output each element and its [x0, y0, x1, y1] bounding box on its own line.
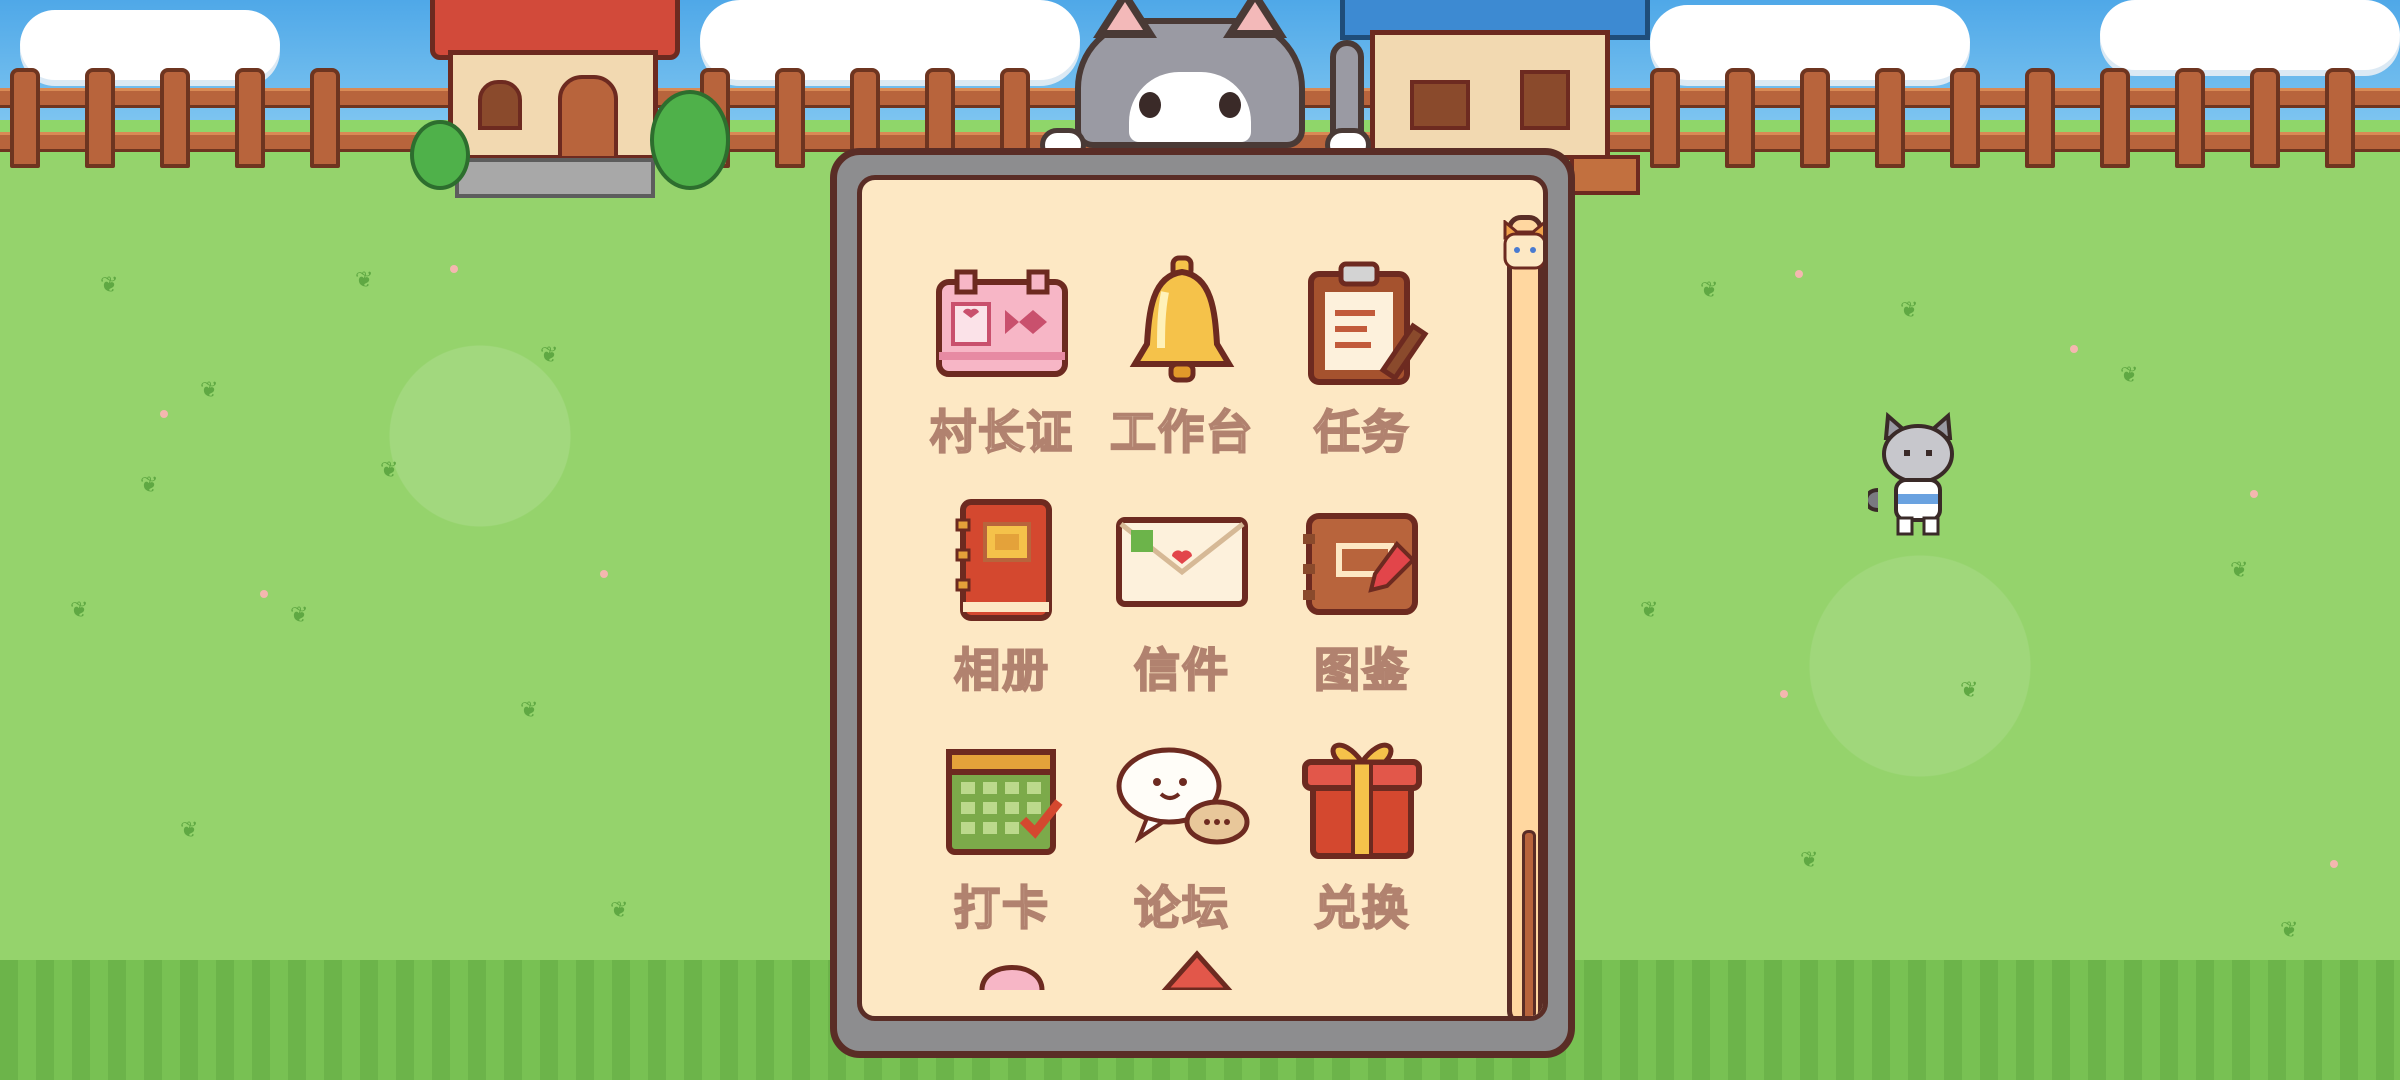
menu-item-check-in[interactable]: 打卡: [912, 728, 1092, 938]
fence-post: [10, 68, 40, 168]
flower: [600, 570, 608, 578]
menu-item-letters[interactable]: 信件: [1092, 490, 1272, 700]
menu-panel-content: 村长证 工作台 任务 相册 信件 图鉴 打卡 论坛 兑换: [857, 175, 1548, 1021]
gift-exchange-icon: [1287, 728, 1437, 868]
fence-post: [2025, 68, 2055, 168]
menu-item-label: 任务: [1313, 404, 1410, 460]
sprout-icon: ❦: [1800, 848, 1819, 873]
bell-icon: [1107, 252, 1257, 392]
flower: [450, 265, 458, 273]
fence-post: [1800, 68, 1830, 168]
fence-post: [2325, 68, 2355, 168]
fence-post: [1875, 68, 1905, 168]
sprout-icon: ❦: [1960, 678, 1979, 703]
menu-item-workbench[interactable]: 工作台: [1092, 252, 1272, 462]
letter-icon: [1107, 490, 1257, 630]
menu-item-label: 工作台: [1109, 404, 1254, 460]
mayor-card-icon: [927, 252, 1077, 392]
sprout-icon: ❦: [140, 473, 159, 498]
sprout-icon: ❦: [2120, 363, 2139, 388]
fence-post: [1725, 68, 1755, 168]
flower: [2250, 490, 2258, 498]
scrollbar-thumb[interactable]: [1522, 830, 1536, 1016]
sprout-icon: ❦: [380, 458, 399, 483]
menu-item-exchange[interactable]: 兑换: [1272, 728, 1452, 938]
photo-album-icon: [927, 490, 1077, 630]
sprout-icon: ❦: [2230, 558, 2249, 583]
menu-item-label: 村长证: [929, 404, 1074, 460]
fence-post: [1650, 68, 1680, 168]
menu-item-photo-album[interactable]: 相册: [912, 490, 1092, 700]
menu-next-row-partial: [972, 950, 1052, 994]
sprout-icon: ❦: [540, 343, 559, 368]
house-wall: [1370, 30, 1610, 160]
fence-post: [310, 68, 340, 168]
menu-grid: 村长证 工作台 任务 相册 信件 图鉴 打卡 论坛 兑换: [912, 252, 1452, 938]
sprout-icon: ❦: [100, 273, 119, 298]
cat-mascot-icon: [1075, 0, 1305, 148]
fence-post: [1950, 68, 1980, 168]
bush: [650, 90, 730, 190]
house-window: [478, 80, 522, 130]
menu-item-label: 兑换: [1313, 880, 1410, 936]
house-left[interactable]: [410, 0, 730, 200]
menu-item-label: 图鉴: [1313, 642, 1410, 698]
sprout-icon: ❦: [200, 378, 219, 403]
sprout-icon: ❦: [1640, 598, 1659, 623]
cat-eye: [1139, 92, 1161, 118]
house-steps: [455, 158, 655, 198]
flower: [2330, 860, 2338, 868]
fence-post: [2100, 68, 2130, 168]
sprout-icon: ❦: [2280, 918, 2299, 943]
house-door: [558, 75, 618, 160]
house-porch: [1570, 155, 1640, 195]
task-clipboard-icon: [1287, 252, 1437, 392]
fence-post: [85, 68, 115, 168]
menu-item-label: 相册: [953, 642, 1050, 698]
forum-chat-icon: [1107, 728, 1257, 868]
cat-eye: [1219, 92, 1241, 118]
menu-item-mayor-card[interactable]: 村长证: [912, 252, 1092, 462]
menu-item-label: 信件: [1133, 642, 1230, 698]
house-window: [1520, 70, 1570, 130]
check-in-calendar-icon: [927, 728, 1077, 868]
menu-item-label: 论坛: [1133, 880, 1230, 936]
sprout-icon: ❦: [70, 598, 89, 623]
encyclopedia-icon: [1287, 490, 1437, 630]
menu-item-tasks[interactable]: 任务: [1272, 252, 1452, 462]
flower: [1780, 690, 1788, 698]
flower: [160, 410, 168, 418]
menu-item-forum[interactable]: 论坛: [1092, 728, 1272, 938]
cat-ear: [1093, 0, 1157, 38]
menu-next-row-partial: [1157, 950, 1237, 994]
partial-icon: [979, 965, 1045, 991]
fence-post: [775, 68, 805, 168]
flower: [2070, 345, 2078, 353]
sprout-icon: ❦: [355, 268, 374, 293]
flower: [1795, 270, 1803, 278]
house-window: [1410, 80, 1470, 130]
fence-post: [235, 68, 265, 168]
fence-post: [2175, 68, 2205, 168]
sprout-icon: ❦: [290, 603, 309, 628]
menu-item-encyclopedia[interactable]: 图鉴: [1272, 490, 1452, 700]
game-scene: ❦ ❦ ❦ ❦ ❦ ❦ ❦ ❦ ❦ ❦ ❦ ❦ ❦ ❦ ❦ ❦ ❦ ❦ ❦ 村长…: [0, 0, 2400, 1080]
scrollbar-cat-icon[interactable]: [1499, 218, 1543, 278]
npc-cat[interactable]: [1864, 410, 1968, 540]
sprout-icon: ❦: [1700, 278, 1719, 303]
menu-item-label: 打卡: [953, 880, 1050, 936]
fence-post: [2250, 68, 2280, 168]
sprout-icon: ❦: [520, 698, 539, 723]
partial-icon: [1159, 950, 1235, 993]
cat-ear: [1223, 0, 1287, 38]
sprout-icon: ❦: [180, 818, 199, 843]
bush: [410, 120, 470, 190]
sprout-icon: ❦: [1900, 298, 1919, 323]
fence-post: [160, 68, 190, 168]
main-menu-panel: 村长证 工作台 任务 相册 信件 图鉴 打卡 论坛 兑换: [830, 148, 1575, 1058]
flower: [260, 590, 268, 598]
sprout-icon: ❦: [610, 898, 629, 923]
